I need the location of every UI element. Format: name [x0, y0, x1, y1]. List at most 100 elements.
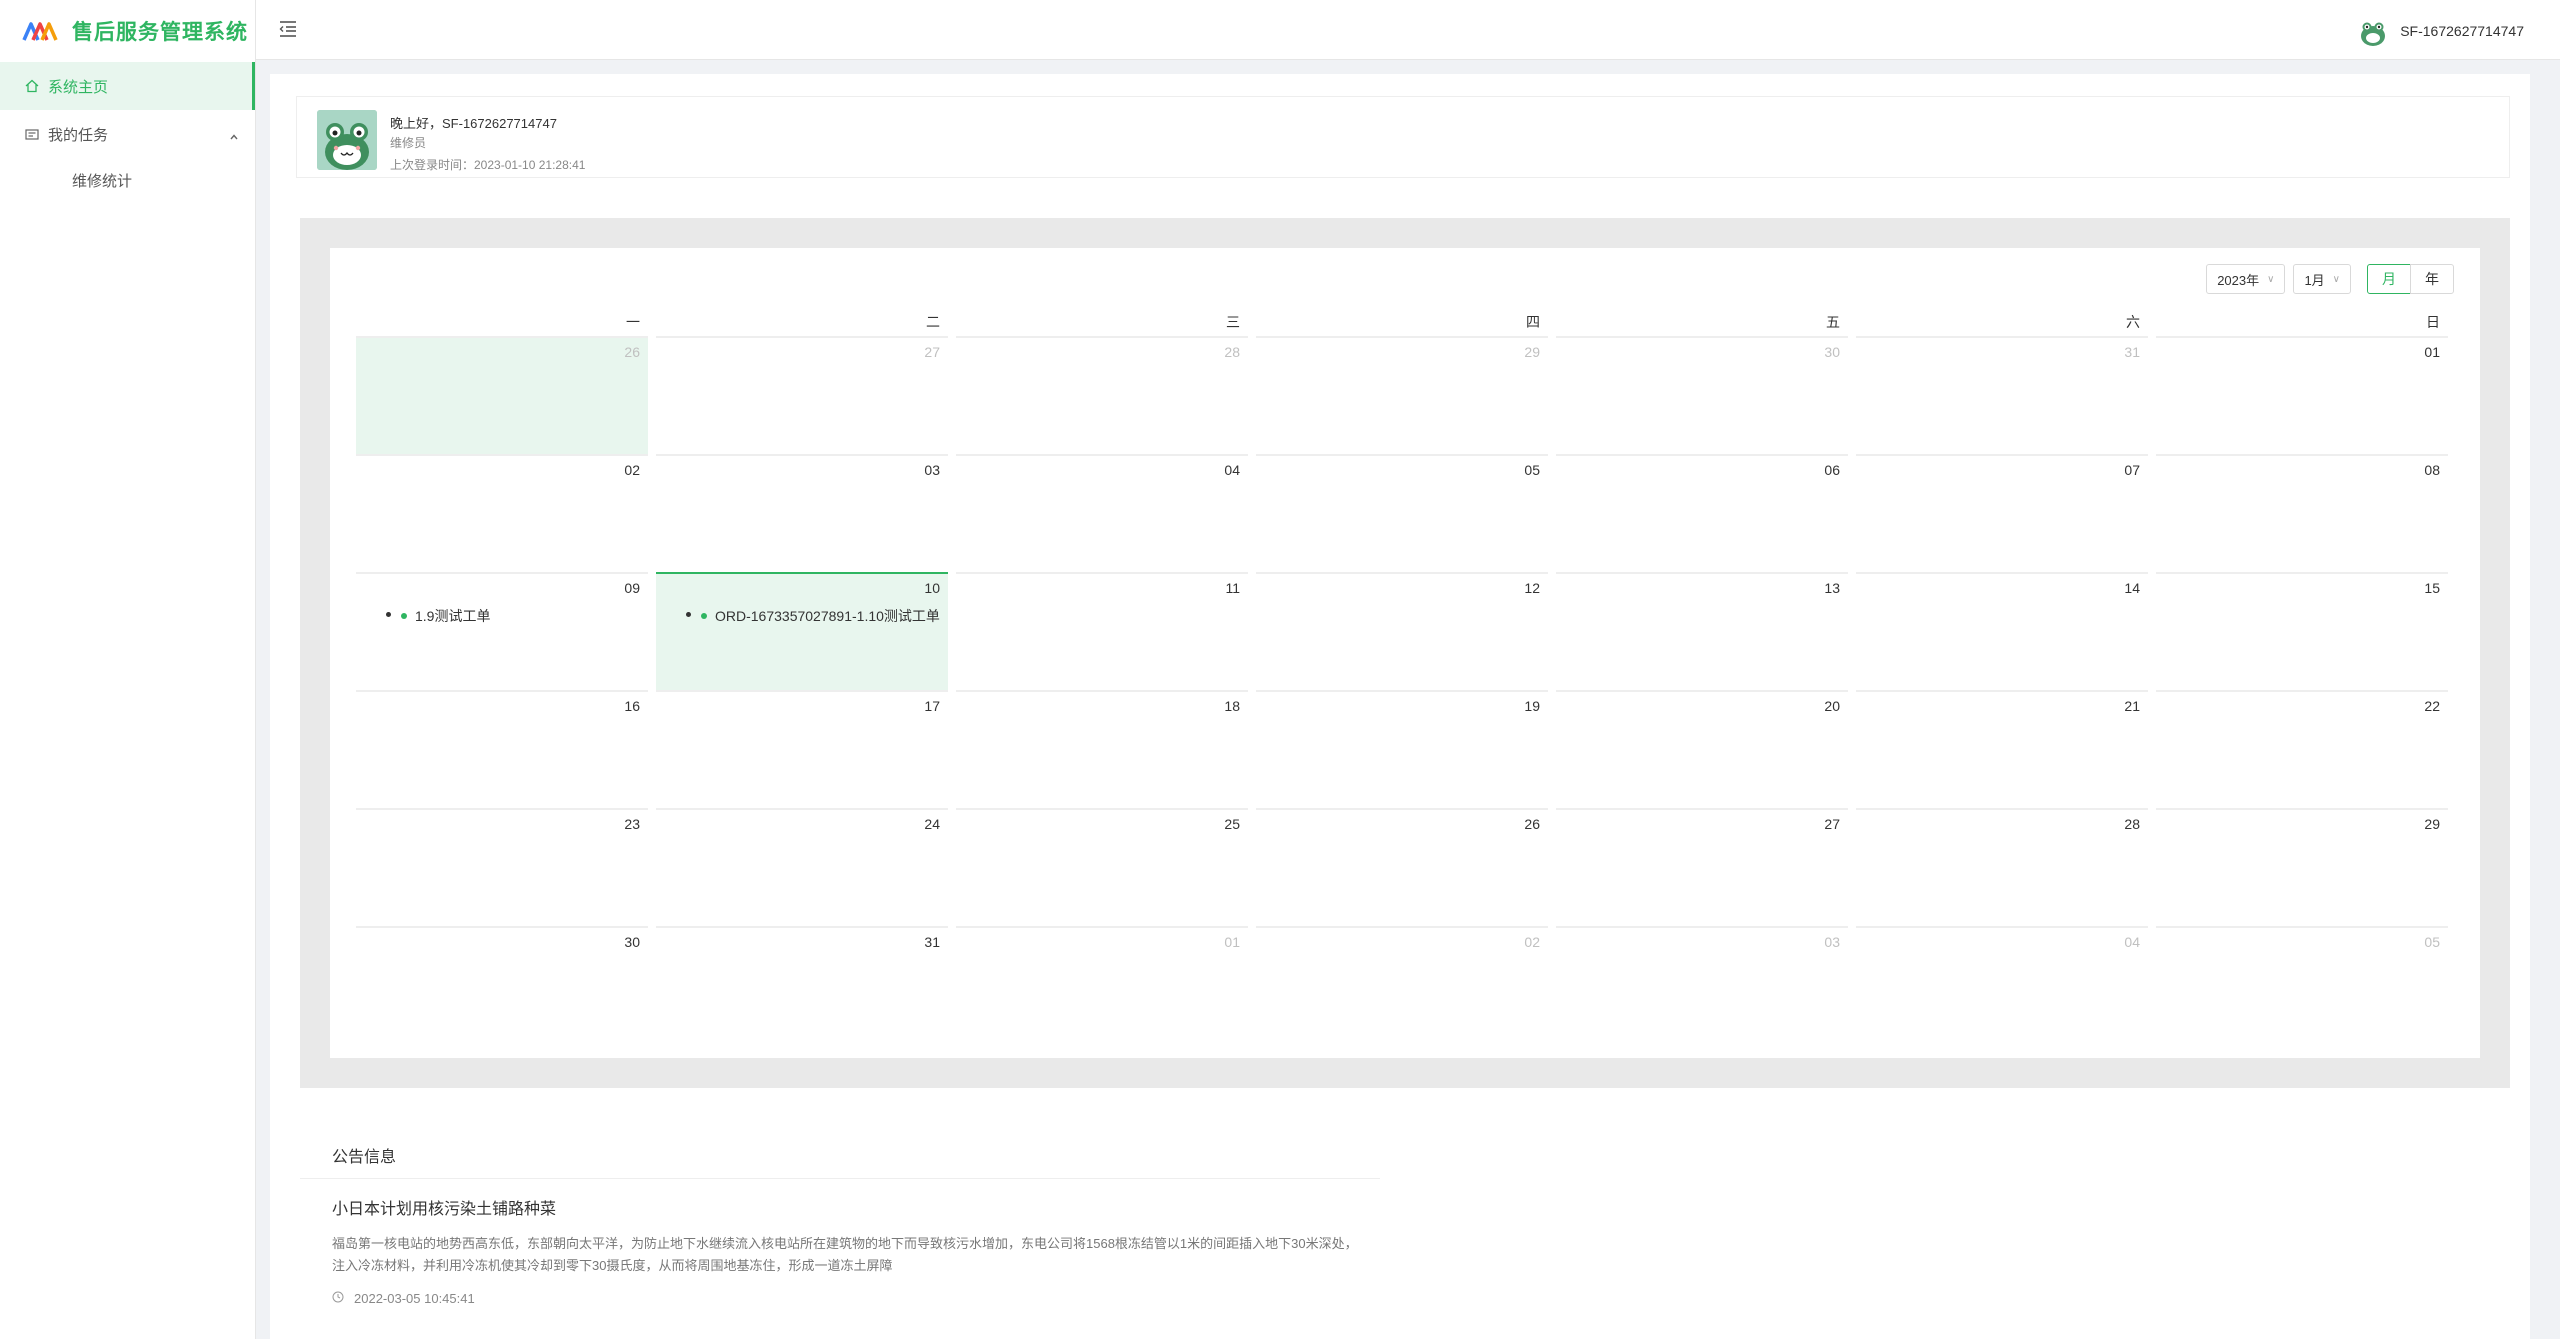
day-number: 03 — [1824, 934, 1840, 950]
year-select[interactable]: 2023年 ∨ — [2206, 264, 2286, 294]
sidebar: 售后服务管理系统 系统主页 我的任务 维修统计 — [0, 0, 256, 1339]
sidebar-item-repair-stats[interactable]: 维修统计 — [0, 158, 255, 202]
day-number: 04 — [2124, 934, 2140, 950]
day-number: 23 — [624, 816, 640, 832]
calendar-day[interactable]: 01 — [2156, 336, 2448, 454]
notice-time-text: 2022-03-05 10:45:41 — [354, 1291, 475, 1306]
collapse-menu-icon[interactable] — [278, 20, 298, 38]
calendar-day[interactable]: 29 — [2156, 808, 2448, 926]
calendar-day[interactable]: 17 — [656, 690, 948, 808]
calendar-day[interactable]: 19 — [1256, 690, 1548, 808]
calendar-day[interactable]: 26 — [356, 336, 648, 454]
calendar-day[interactable]: 05 — [1256, 454, 1548, 572]
user-menu[interactable]: SF-1672627714747 — [2358, 16, 2524, 46]
sidebar-item-label: 系统主页 — [48, 78, 109, 96]
calendar-day[interactable]: 27 — [656, 336, 948, 454]
calendar-day[interactable]: 28 — [1856, 808, 2148, 926]
calendar-day[interactable]: 08 — [2156, 454, 2448, 572]
calendar-day[interactable]: 22 — [2156, 690, 2448, 808]
calendar-day[interactable]: 31 — [656, 926, 948, 1044]
weekday-label: 日 — [2426, 314, 2440, 330]
calendar-day[interactable]: 21 — [1856, 690, 2148, 808]
calendar-day[interactable]: 30 — [1556, 336, 1848, 454]
calendar-day[interactable]: 23 — [356, 808, 648, 926]
month-select[interactable]: 1月 ∨ — [2293, 264, 2351, 294]
calendar-day[interactable]: 07 — [1856, 454, 2148, 572]
week-row: 02 03 04 05 06 07 08 — [356, 454, 2452, 572]
calendar-day[interactable]: 16 — [356, 690, 648, 808]
week-row: 16 17 18 19 20 21 22 — [356, 690, 2452, 808]
day-number: 07 — [2124, 462, 2140, 478]
chevron-down-icon: ∨ — [2267, 273, 2275, 285]
status-dot-icon — [701, 613, 707, 620]
weekday-label: 六 — [2126, 314, 2140, 330]
day-number: 10 — [924, 580, 940, 596]
main-area: 晚上好，SF-1672627714747 维修员 上次登录时间：2023-01-… — [256, 60, 2560, 1339]
sidebar-item-label: 维修统计 — [72, 172, 133, 190]
avatar — [317, 110, 377, 170]
day-number: 31 — [2124, 344, 2140, 360]
calendar-day[interactable]: 18 — [956, 690, 1248, 808]
welcome-card: 晚上好，SF-1672627714747 维修员 上次登录时间：2023-01-… — [296, 96, 2510, 178]
day-number: 29 — [2424, 816, 2440, 832]
weekday-label: 四 — [1526, 314, 1540, 330]
calendar-day[interactable]: 20 — [1556, 690, 1848, 808]
calendar-day[interactable]: 11 — [956, 572, 1248, 690]
notice-title: 公告信息 — [300, 1138, 1380, 1179]
sidebar-item-my-tasks[interactable]: 我的任务 — [0, 110, 255, 158]
day-number: 03 — [924, 462, 940, 478]
calendar-day[interactable]: 10 ORD-1673357027891-1.10测试工单 — [656, 572, 948, 690]
calendar-day[interactable]: 24 — [656, 808, 948, 926]
header-username: SF-1672627714747 — [2400, 23, 2524, 39]
calendar-day[interactable]: 02 — [356, 454, 648, 572]
year-mode-button[interactable]: 年 — [2410, 264, 2454, 294]
day-number: 28 — [2124, 816, 2140, 832]
calendar-day[interactable]: 27 — [1556, 808, 1848, 926]
logo[interactable]: 售后服务管理系统 — [0, 0, 255, 62]
calendar-day[interactable]: 04 — [956, 454, 1248, 572]
day-number: 29 — [1524, 344, 1540, 360]
calendar-day[interactable]: 14 — [1856, 572, 2148, 690]
calendar-day[interactable]: 13 — [1556, 572, 1848, 690]
bullet-icon — [386, 611, 391, 617]
notice-item-title[interactable]: 小日本计划用核污染土铺路种菜 — [300, 1195, 1380, 1219]
month-mode-button[interactable]: 月 — [2367, 264, 2411, 294]
last-login-time: 上次登录时间：2023-01-10 21:28:41 — [390, 158, 586, 172]
week-row: 30 31 01 02 03 04 05 — [356, 926, 2452, 1044]
month-select-value: 1月 — [2304, 272, 2325, 288]
calendar-event[interactable]: ORD-1673357027891-1.10测试工单 — [686, 606, 940, 626]
calendar-mode-switch: 月 年 — [2367, 264, 2454, 294]
sidebar-item-home[interactable]: 系统主页 — [0, 62, 255, 110]
calendar-day[interactable]: 06 — [1556, 454, 1848, 572]
day-number: 05 — [2424, 934, 2440, 950]
calendar-day[interactable]: 15 — [2156, 572, 2448, 690]
calendar-day[interactable]: 30 — [356, 926, 648, 1044]
day-number: 12 — [1524, 580, 1540, 596]
calendar-day[interactable]: 01 — [956, 926, 1248, 1044]
weekday-label: 五 — [1826, 314, 1840, 330]
calendar-day[interactable]: 04 — [1856, 926, 2148, 1044]
chevron-up-icon[interactable] — [229, 129, 239, 146]
day-number: 01 — [2424, 344, 2440, 360]
calendar-day[interactable]: 12 — [1256, 572, 1548, 690]
notice-section: 公告信息 小日本计划用核污染土铺路种菜 福岛第一核电站的地势西高东低，东部朝向太… — [300, 1138, 1380, 1306]
day-number: 18 — [1224, 698, 1240, 714]
calendar-day[interactable]: 02 — [1256, 926, 1548, 1044]
calendar-day[interactable]: 03 — [1556, 926, 1848, 1044]
notice-item-body: 福岛第一核电站的地势西高东低，东部朝向太平洋，为防止地下水继续流入核电站所在建筑… — [332, 1236, 1358, 1273]
day-number: 02 — [1524, 934, 1540, 950]
day-number: 30 — [624, 934, 640, 950]
calendar-day[interactable]: 05 — [2156, 926, 2448, 1044]
clock-icon — [332, 1291, 344, 1306]
calendar-day[interactable]: 28 — [956, 336, 1248, 454]
calendar-day[interactable]: 31 — [1856, 336, 2148, 454]
calendar-day[interactable]: 25 — [956, 808, 1248, 926]
calendar-day[interactable]: 26 — [1256, 808, 1548, 926]
calendar-event[interactable]: 1.9测试工单 — [386, 606, 490, 626]
week-row: 26 27 28 29 30 31 01 — [356, 336, 2452, 454]
weekday-header: 一 二 三 四 五 六 日 — [356, 312, 2452, 336]
calendar-day[interactable]: 09 1.9测试工单 — [356, 572, 648, 690]
calendar-day[interactable]: 03 — [656, 454, 948, 572]
calendar-day[interactable]: 29 — [1256, 336, 1548, 454]
app-title: 售后服务管理系统 — [72, 21, 248, 44]
